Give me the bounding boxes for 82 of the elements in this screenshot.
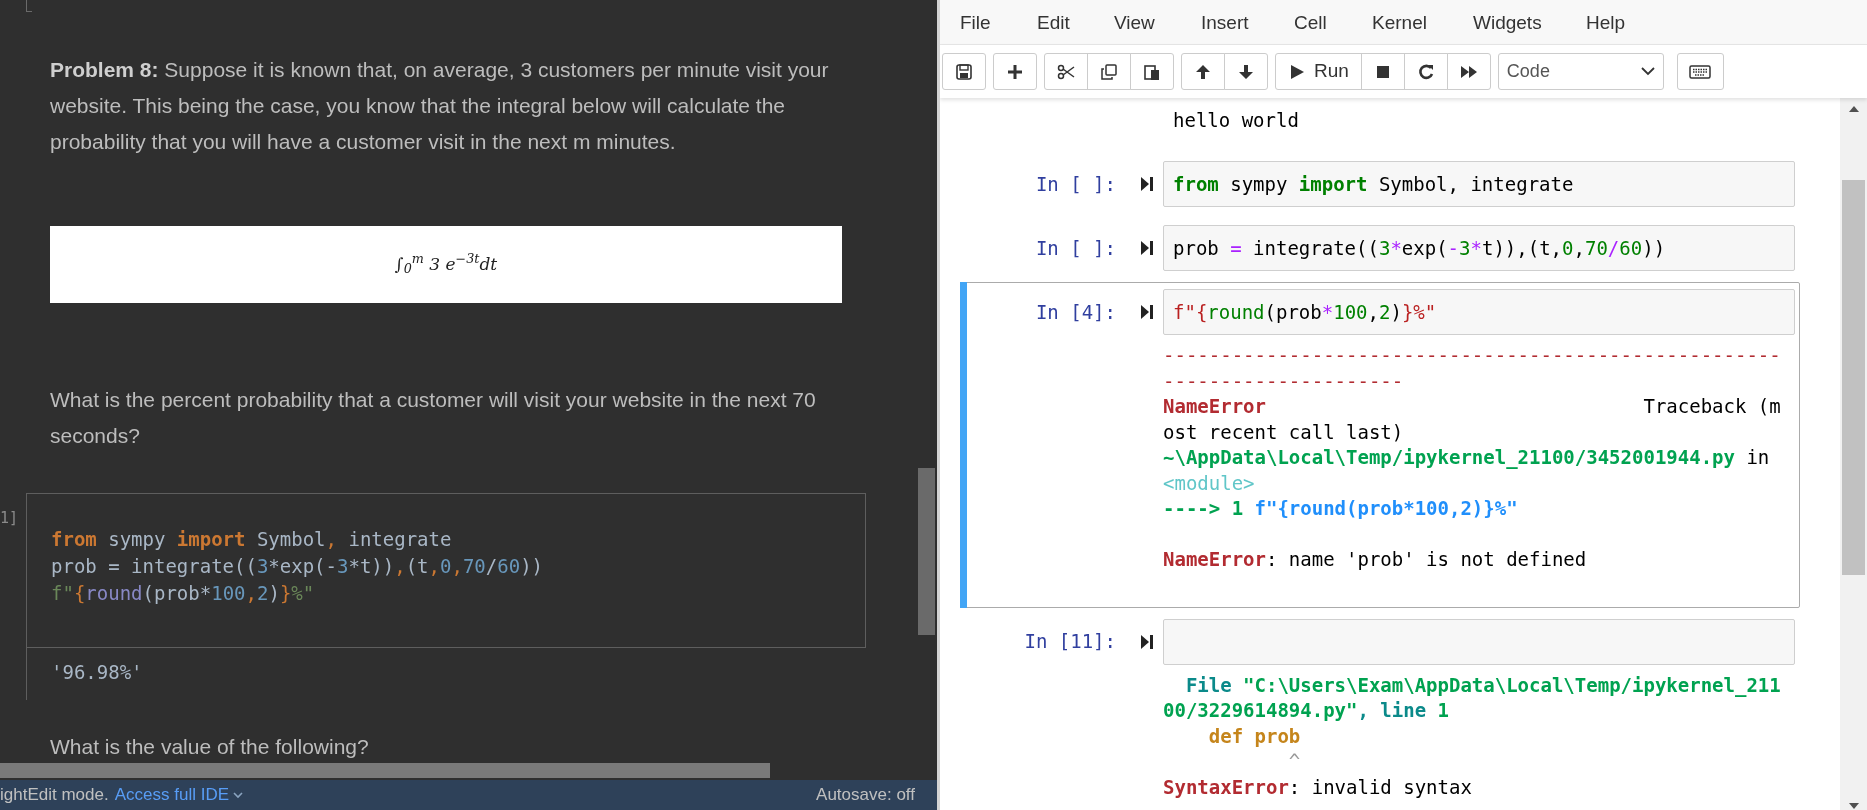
horizontal-scrollbar[interactable] (0, 763, 770, 778)
autosave-label: Autosave: off (816, 784, 915, 807)
menu-item[interactable]: Widgets (1473, 9, 1542, 38)
formula: ∫$_{0}$$^{m}$ 3 e$^{−3t}$dt (394, 251, 498, 278)
menu-item[interactable]: Kernel (1372, 9, 1427, 38)
problem-text: Problem 8: Suppose it is known that, on average, 3 customers per minute visit your website. This being the case, you know that the integral below will calculate the probability that you will have a customer visit in the next m minutes. (50, 57, 830, 155)
output-line: NameError: name 'prob' is not defined (1163, 547, 1587, 572)
cell-prompt: In [ ]: (1034, 171, 1116, 197)
menu-item[interactable]: Help (1586, 9, 1626, 38)
code-cell[interactable]: from sympy import Symbol, integrate prob = integrate((3*exp(-3*t)),(t,0,70/60)) f"{round(prob*100,2)}%" (26, 493, 866, 648)
scissors-icon (1057, 62, 1075, 81)
run-cell-icon (1140, 240, 1154, 256)
menu-item[interactable]: Cell (1294, 9, 1327, 38)
run-all-button[interactable] (1446, 53, 1491, 90)
menu-item[interactable]: File (960, 9, 991, 38)
code-line: from sympy import Symbol, integrate (51, 527, 452, 552)
scroll-up-icon (1849, 106, 1859, 112)
stop-button[interactable] (1360, 53, 1405, 90)
output-line: ----> 1 f"{round(prob*100,2)}%" (1163, 496, 1518, 521)
chevron-down-icon (233, 791, 243, 799)
move-up-button[interactable] (1181, 53, 1225, 90)
access-ide-link[interactable]: Access full IDE (114, 782, 243, 808)
scrollbar-thumb[interactable] (1842, 180, 1865, 575)
run-cell-icon (1140, 176, 1154, 192)
restart-icon (1416, 62, 1435, 81)
arrow-up-icon (1194, 62, 1212, 81)
output-line: NameError Traceback (m (1163, 394, 1781, 419)
move-down-button[interactable] (1224, 53, 1268, 90)
cell-type-dropdown[interactable]: Code (1497, 53, 1664, 90)
output-text: hello world (1173, 108, 1299, 133)
menu-item[interactable]: Insert (1201, 9, 1249, 38)
mode-label: ightEdit mode. (0, 784, 109, 807)
menu-item[interactable]: View (1114, 9, 1155, 38)
code-input[interactable]: prob = integrate((3*exp(-3*t)),(t,0,70/60)) (1163, 225, 1795, 271)
code-input[interactable]: f"{round(prob*100,2)}%" (1163, 289, 1795, 335)
output-line: ~\AppData\Local\Temp/ipykernel_21100/3452001944.py in (1163, 445, 1770, 471)
chevron-down-icon (1640, 67, 1655, 76)
play-icon (1288, 62, 1306, 81)
run-cell-icon (1140, 633, 1154, 650)
output-line: File "C:\Users\Exam\AppData\Local\Temp/ipykernel_211 (1184, 672, 1781, 698)
question-text: What is the percent probability that a customer will visit your website in the next 70 seconds? (50, 387, 817, 449)
code-input[interactable]: from sympy import Symbol, integrate (1163, 161, 1795, 207)
paste-icon (1143, 62, 1161, 81)
code-line: f"{round(prob*100,2)}%" (51, 581, 315, 606)
save-button[interactable] (942, 53, 986, 90)
cell-prompt: In [11]: (1023, 629, 1116, 655)
cell-output: '96.98%' (51, 661, 143, 683)
cell-prompt: In [4]: (1034, 299, 1116, 325)
output-line: <module> (1163, 470, 1255, 496)
cell-prompt: 1] (0, 508, 19, 529)
menu-item[interactable]: Edit (1037, 9, 1070, 38)
copy-button[interactable] (1087, 53, 1131, 90)
vertical-scrollbar[interactable] (918, 468, 935, 635)
keyboard-button[interactable] (1676, 53, 1724, 90)
add-cell-button[interactable] (993, 53, 1037, 90)
code-line: prob = integrate((3*exp(-3*t)),(t,0,70/60)) (51, 554, 544, 579)
code-line: prob = integrate((3*exp(-3*t)),(t,0,70/60)) (1173, 235, 1666, 261)
code-input[interactable] (1163, 618, 1795, 665)
copy-icon (1100, 62, 1118, 81)
output-line: def prob (1207, 723, 1301, 749)
arrow-down-icon (1237, 62, 1255, 81)
code-line: f"{round(prob*100,2)}%" (1173, 299, 1437, 325)
output-line: 00/3229614894.py", line 1 (1163, 698, 1449, 723)
output-line: ------------------------------------------------------ (1163, 343, 1781, 368)
plus-icon (1006, 62, 1024, 81)
cut-button[interactable] (1044, 53, 1088, 90)
output-line: ^ (1287, 749, 1301, 774)
code-line: from sympy import Symbol, integrate (1173, 171, 1574, 197)
scroll-down-icon (1849, 803, 1859, 809)
restart-button[interactable] (1403, 53, 1448, 90)
output-line: SyntaxError: invalid syntax (1163, 774, 1472, 800)
next-question-text: What is the value of the following? (50, 734, 369, 760)
output-line: ost recent call last) (1163, 419, 1404, 445)
save-icon (955, 62, 973, 81)
cell-prompt: In [ ]: (1034, 235, 1116, 261)
run-cell-icon (1140, 304, 1154, 320)
selected-cell[interactable] (960, 282, 1800, 608)
vertical-scrollbar[interactable] (1840, 98, 1867, 810)
run-button[interactable]: Run (1275, 53, 1362, 90)
output-line: --------------------- (1163, 368, 1404, 394)
keyboard-icon (1689, 64, 1712, 79)
paste-button[interactable] (1130, 53, 1174, 90)
